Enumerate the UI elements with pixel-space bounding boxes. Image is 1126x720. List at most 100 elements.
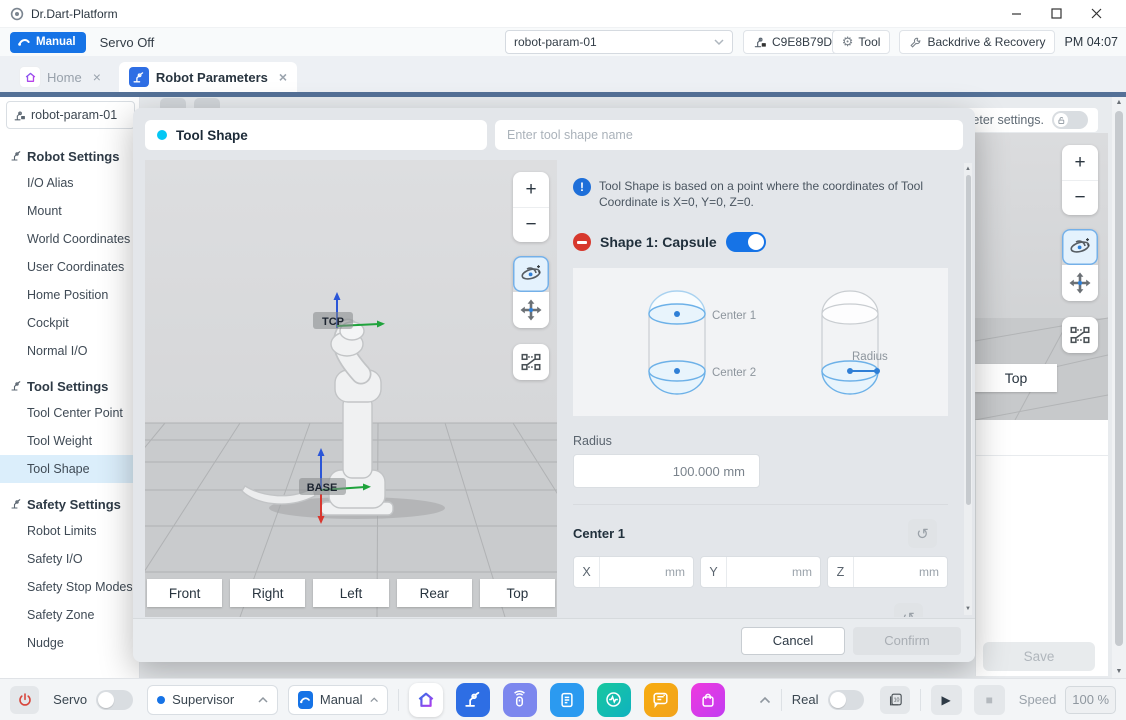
tool-button[interactable]: ⚙ Tool: [832, 30, 891, 54]
stop-button[interactable]: ■: [974, 685, 1005, 715]
zoom-in-button[interactable]: +: [1062, 145, 1098, 180]
robot-param-select[interactable]: robot-param-01: [505, 30, 733, 54]
speed-value[interactable]: 100 %: [1065, 686, 1116, 714]
mode-select[interactable]: Manual: [288, 685, 388, 715]
maximize-button[interactable]: [1036, 1, 1076, 27]
sidebar-item-normal-io[interactable]: Normal I/O: [0, 337, 139, 365]
collapse-handle: [160, 98, 186, 108]
tool-shape-3d-viewer[interactable]: TCP BASE + −: [145, 160, 557, 617]
sidebar-item-user-coordinates[interactable]: User Coordinates: [0, 253, 139, 281]
servo-toggle[interactable]: [96, 690, 133, 710]
chevron-up-icon: [370, 696, 378, 703]
sidebar-item-tool-shape[interactable]: Tool Shape: [0, 455, 139, 483]
tool-shape-name-input[interactable]: [495, 120, 963, 150]
reset-center2-button[interactable]: ↺: [894, 603, 923, 617]
store-app-icon[interactable]: [691, 683, 725, 717]
zoom-out-button[interactable]: −: [1062, 180, 1098, 215]
minimize-button[interactable]: [996, 1, 1036, 27]
center1-z-field[interactable]: Zmm: [827, 556, 948, 588]
scroll-up-icon[interactable]: ▲: [1112, 97, 1126, 109]
scrollbar-thumb[interactable]: [966, 175, 971, 505]
measure-button[interactable]: [1062, 317, 1098, 353]
confirm-button[interactable]: Confirm: [853, 627, 961, 655]
sidebar-item-safety-zone[interactable]: Safety Zone: [0, 601, 139, 629]
speed-pad-icon: 10: [887, 691, 904, 708]
sidebar-item-safety-io[interactable]: Safety I/O: [0, 545, 139, 573]
close-tab-icon[interactable]: ×: [93, 69, 101, 85]
tab-robot-parameters[interactable]: Robot Parameters ×: [119, 62, 297, 92]
center1-x-input[interactable]: [600, 557, 665, 587]
zoom-in-button[interactable]: +: [513, 172, 549, 207]
orbit-button[interactable]: [513, 256, 549, 292]
scroll-up-icon[interactable]: ▲: [964, 163, 972, 175]
jog-app-icon[interactable]: [503, 683, 537, 717]
app-dock: [409, 683, 725, 717]
tab-home[interactable]: Home ×: [10, 62, 111, 92]
scroll-down-icon[interactable]: ▼: [964, 603, 972, 615]
sidebar-item-cockpit[interactable]: Cockpit: [0, 309, 139, 337]
view-left-button[interactable]: Left: [313, 579, 388, 607]
panel-scrollbar[interactable]: ▲ ▼: [964, 163, 972, 615]
viewer-controls: + −: [513, 172, 549, 380]
center1-z-input[interactable]: [854, 557, 919, 587]
view-top-button[interactable]: Top: [480, 579, 555, 607]
speed-overlay-button[interactable]: 10: [880, 686, 909, 714]
monitoring-app-icon[interactable]: [597, 683, 631, 717]
close-button[interactable]: [1076, 1, 1116, 27]
play-button[interactable]: ▶: [931, 685, 962, 715]
center1-x-field[interactable]: Xmm: [573, 556, 694, 588]
sidebar-item-io-alias[interactable]: I/O Alias: [0, 169, 139, 197]
close-tab-icon[interactable]: ×: [279, 69, 287, 85]
radius-input[interactable]: 100.000 mm: [573, 454, 760, 488]
backdrive-recovery-button[interactable]: Backdrive & Recovery: [899, 30, 1055, 54]
view-front-button[interactable]: Front: [147, 579, 222, 607]
task-writer-app-icon[interactable]: [550, 683, 584, 717]
status-dot-icon: [157, 696, 165, 704]
robot-mode-icon: [17, 35, 31, 49]
pan-button[interactable]: [513, 292, 549, 328]
view-right-button[interactable]: Right: [230, 579, 305, 607]
section-tool-settings: Tool Settings: [0, 373, 139, 399]
supervisor-select[interactable]: Supervisor: [147, 685, 278, 715]
window-title: Dr.Dart-Platform: [31, 7, 996, 21]
power-button[interactable]: [10, 686, 39, 714]
sidebar-item-home-position[interactable]: Home Position: [0, 281, 139, 309]
sidebar-item-mount[interactable]: Mount: [0, 197, 139, 225]
background-top-view-button[interactable]: Top: [975, 364, 1057, 392]
sidebar-item-world-coordinates[interactable]: World Coordinates: [0, 225, 139, 253]
scrollbar-thumb[interactable]: [1115, 111, 1123, 646]
sidebar-item-nudge[interactable]: Nudge: [0, 629, 139, 657]
robot-parameters-app-icon[interactable]: [456, 683, 490, 717]
zoom-out-button[interactable]: −: [513, 207, 549, 242]
orbit-button[interactable]: [1062, 229, 1098, 265]
sidebar-item-safety-stop-modes[interactable]: Safety Stop Modes: [0, 573, 139, 601]
page-scrollbar[interactable]: ▲ ▼: [1112, 97, 1126, 678]
real-toggle[interactable]: [828, 690, 865, 710]
remove-shape-icon[interactable]: [573, 233, 591, 251]
cancel-button[interactable]: Cancel: [741, 627, 845, 655]
device-id-button[interactable]: C9E8B79D: [743, 30, 842, 54]
dock-collapse-icon[interactable]: [759, 692, 771, 707]
sidebar-item-robot-limits[interactable]: Robot Limits: [0, 517, 139, 545]
manual-mode-button[interactable]: Manual: [10, 32, 86, 53]
center1-y-input[interactable]: [727, 557, 792, 587]
tcp-label: TCP: [322, 316, 344, 328]
sidebar-item-tool-center-point[interactable]: Tool Center Point: [0, 399, 139, 427]
home-app-icon[interactable]: [409, 683, 443, 717]
view-buttons: Front Right Left Rear Top: [145, 579, 557, 607]
sidebar-robot-param-header[interactable]: robot-param-01: [6, 101, 135, 129]
scroll-down-icon[interactable]: ▼: [1112, 666, 1126, 678]
measure-button[interactable]: [513, 344, 549, 380]
sidebar-item-tool-weight[interactable]: Tool Weight: [0, 427, 139, 455]
pan-button[interactable]: [1062, 265, 1098, 301]
shape-enabled-toggle[interactable]: [726, 232, 766, 252]
lock-settings-toggle[interactable]: [1052, 111, 1088, 129]
view-rear-button[interactable]: Rear: [397, 579, 472, 607]
capsule-diagram: Center 1 Center 2 Radius: [573, 268, 948, 416]
shape-settings-panel: ! Tool Shape is based on a point where t…: [573, 160, 951, 617]
center1-label: Center 1: [573, 526, 625, 541]
save-button[interactable]: Save: [983, 642, 1095, 671]
message-app-icon[interactable]: [644, 683, 678, 717]
center1-y-field[interactable]: Ymm: [700, 556, 821, 588]
reset-center1-button[interactable]: ↺: [908, 519, 937, 548]
